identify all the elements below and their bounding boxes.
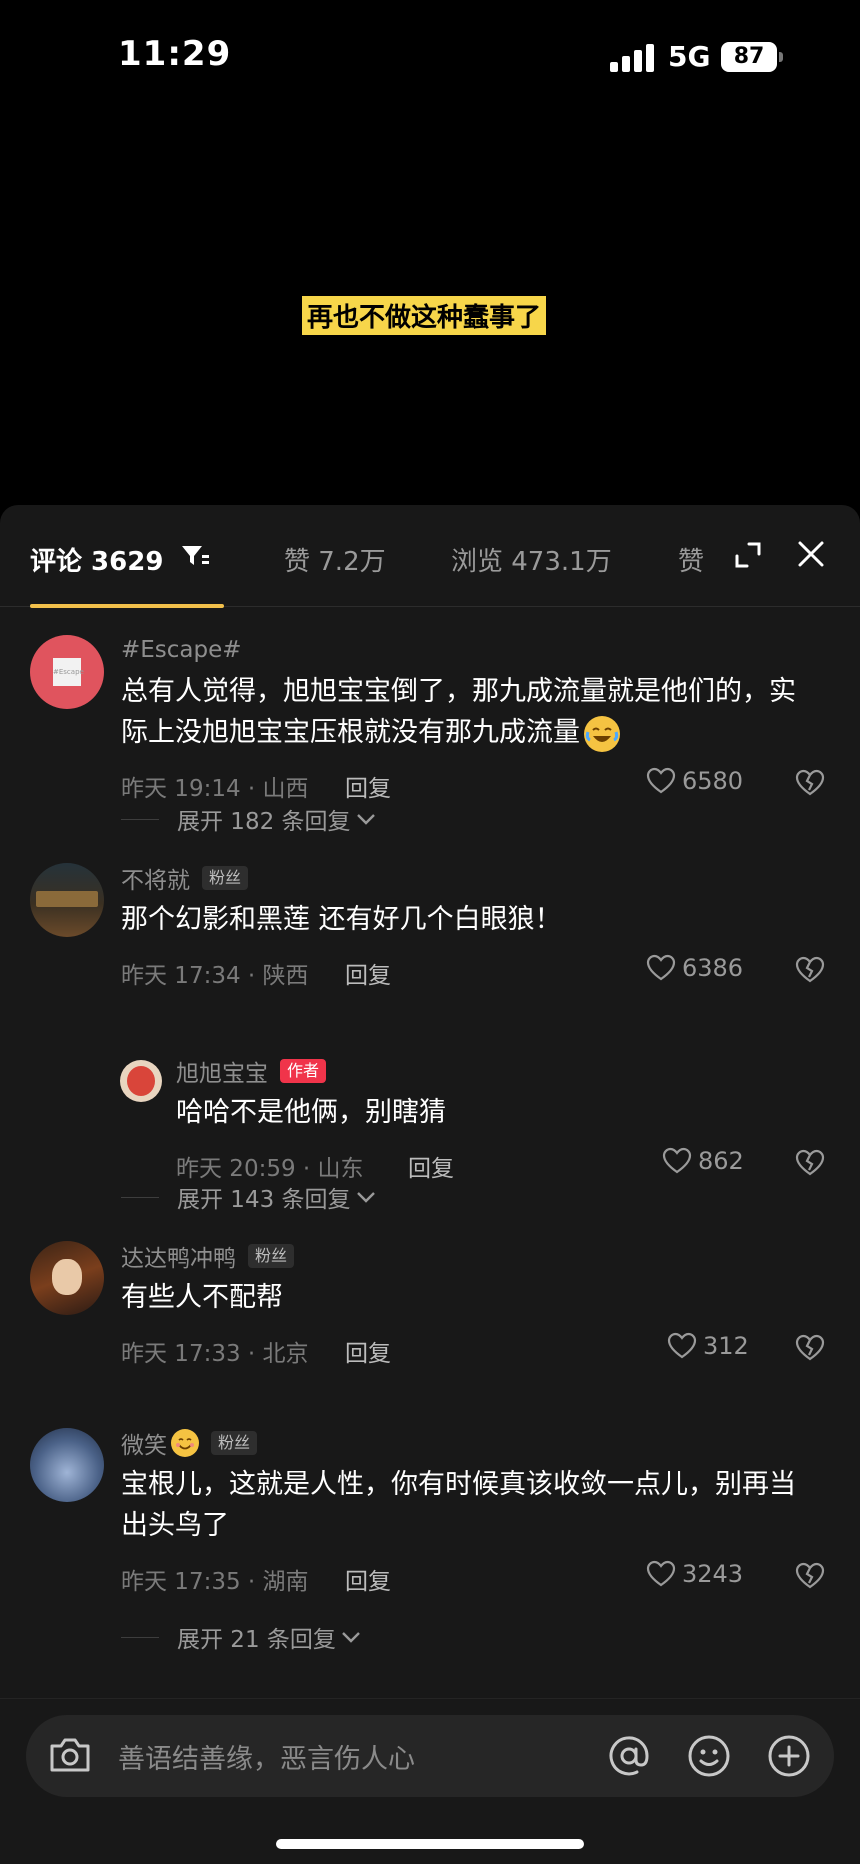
comment-username[interactable]: 不将就 粉丝	[121, 863, 821, 894]
like-button[interactable]: 862	[662, 1147, 744, 1175]
comment-time-location: 昨天 17:33 · 北京	[121, 1341, 309, 1367]
avatar[interactable]: #Escape	[30, 635, 104, 709]
input-placeholder: 善语结善缘，恶言伤人心	[118, 1744, 415, 1775]
heart-icon	[646, 1560, 676, 1587]
comment-input[interactable]: 善语结善缘，恶言伤人心	[26, 1715, 834, 1797]
comment-list[interactable]: #Escape #Escape# 总有人觉得，旭旭宝宝倒了，那九成流量就是他们的…	[0, 608, 860, 1698]
add-icon[interactable]	[766, 1733, 812, 1779]
heart-icon	[646, 954, 676, 981]
avatar[interactable]	[30, 1241, 104, 1315]
status-bar: 11:29 5G 87	[0, 0, 860, 120]
like-count: 3243	[682, 1560, 744, 1588]
close-icon[interactable]	[796, 539, 826, 569]
broken-heart-icon[interactable]	[795, 1334, 825, 1362]
comment-meta: 昨天 17:33 · 北京 回复 312	[121, 1328, 825, 1368]
heart-icon	[667, 1332, 697, 1359]
comment-time-location: 昨天 17:35 · 湖南	[121, 1569, 309, 1595]
reply-text: 哈哈不是他俩，别瞎猜	[176, 1097, 446, 1128]
like-count: 862	[698, 1147, 744, 1175]
heart-icon	[646, 767, 676, 794]
fan-badge: 粉丝	[211, 1431, 258, 1455]
comment-time-location: 昨天 19:14 · 山西	[121, 776, 309, 802]
battery-tip	[779, 52, 783, 62]
like-count: 6386	[682, 954, 744, 982]
filter-icon[interactable]	[180, 543, 210, 569]
comment-meta: 昨天 19:14 · 山西 回复 6580	[121, 763, 825, 803]
comment-meta: 昨天 17:35 · 湖南 回复 3243	[121, 1556, 825, 1596]
comment-text: 有些人不配帮	[121, 1282, 283, 1313]
comment-text: 那个幻影和黑莲 还有好几个白眼狼！	[121, 904, 562, 935]
like-button[interactable]: 3243	[646, 1560, 743, 1588]
broken-heart-icon[interactable]	[795, 1149, 825, 1177]
expand-replies-button[interactable]: 展开 21 条回复	[121, 1620, 362, 1654]
fan-badge: 粉丝	[202, 866, 249, 890]
like-button[interactable]: 312	[667, 1332, 749, 1360]
reply-button[interactable]: 回复	[408, 1149, 454, 1183]
reply-button[interactable]: 回复	[345, 1334, 391, 1368]
comment-time-location: 昨天 17:34 · 陕西	[121, 963, 309, 989]
heart-icon	[662, 1147, 692, 1174]
comment-sheet: 评论 3629 赞 7.2万 浏览 473.1万 赞 #Escape #Esca…	[0, 505, 860, 1864]
reply-username[interactable]: 旭旭宝宝 作者	[176, 1056, 826, 1087]
reply-button[interactable]: 回复	[345, 956, 391, 990]
reply-meta: 昨天 20:59 · 山东 回复 862	[176, 1143, 826, 1183]
like-count: 6580	[682, 767, 744, 795]
like-button[interactable]: 6580	[646, 767, 743, 795]
avatar[interactable]	[120, 1060, 162, 1102]
battery-icon: 87	[721, 42, 777, 72]
home-indicator[interactable]	[276, 1839, 584, 1849]
tab-likes[interactable]: 赞 7.2万	[284, 541, 386, 578]
comment-text: 总有人觉得，旭旭宝宝倒了，那九成流量就是他们的，实际上没旭旭宝宝压根就没有那九成…	[121, 671, 821, 753]
broken-heart-icon[interactable]	[795, 956, 825, 984]
broken-heart-icon[interactable]	[795, 1562, 825, 1590]
network-type: 5G	[668, 40, 711, 73]
crying-laughing-emoji-icon	[584, 715, 620, 752]
tab-views[interactable]: 浏览 473.1万	[451, 541, 612, 578]
comment-tabs: 评论 3629 赞 7.2万 浏览 473.1万 赞	[0, 505, 860, 608]
chevron-down-icon	[356, 814, 375, 825]
avatar[interactable]	[30, 863, 104, 937]
comment-username[interactable]: 微笑 粉丝	[121, 1428, 821, 1459]
comment-input-bar: 善语结善缘，恶言伤人心	[0, 1698, 860, 1864]
reply-button[interactable]: 回复	[345, 769, 391, 803]
avatar[interactable]	[30, 1428, 104, 1502]
broken-heart-icon[interactable]	[795, 769, 825, 797]
camera-icon[interactable]	[48, 1735, 92, 1775]
status-time: 11:29	[118, 34, 232, 74]
comment-username[interactable]: 达达鸭冲鸭 粉丝	[121, 1241, 821, 1272]
fullscreen-icon[interactable]	[734, 541, 762, 569]
smile-emoji-icon	[171, 1429, 199, 1457]
comment-meta: 昨天 17:34 · 陕西 回复 6386	[121, 950, 825, 990]
video-player[interactable]: 再也不做这种蠢事了	[0, 120, 860, 505]
cellular-signal-icon	[610, 44, 656, 72]
reply-time-location: 昨天 20:59 · 山东	[176, 1156, 364, 1182]
comment-text: 宝根儿，这就是人性，你有时候真该收敛一点儿，别再当出头鸟了	[121, 1469, 796, 1541]
author-badge: 作者	[280, 1059, 327, 1083]
like-button[interactable]: 6386	[646, 954, 743, 982]
chevron-down-icon	[356, 1192, 375, 1203]
emoji-icon[interactable]	[686, 1733, 732, 1779]
video-subtitle: 再也不做这种蠢事了	[302, 296, 547, 335]
expand-replies-button[interactable]: 展开 182 条回复	[121, 802, 377, 836]
mention-icon[interactable]	[606, 1733, 652, 1779]
tab-more[interactable]: 赞	[678, 541, 704, 578]
comment-username[interactable]: #Escape#	[121, 635, 821, 665]
reply-button[interactable]: 回复	[345, 1562, 391, 1596]
chevron-down-icon	[342, 1632, 360, 1643]
like-count: 312	[703, 1332, 749, 1360]
fan-badge: 粉丝	[248, 1244, 295, 1268]
tab-comments[interactable]: 评论 3629	[30, 541, 163, 578]
expand-replies-button[interactable]: 展开 143 条回复	[121, 1180, 377, 1214]
